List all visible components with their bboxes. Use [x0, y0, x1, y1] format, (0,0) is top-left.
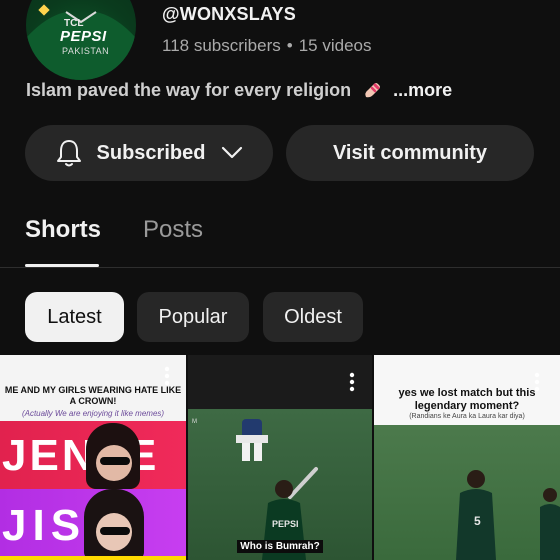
chip-latest[interactable]: Latest: [25, 292, 124, 342]
tab-divider: [0, 267, 560, 268]
short-2-overlay: Who is Bumrah?: [188, 540, 372, 553]
avatar-country-text: PAKISTAN: [62, 46, 110, 56]
short-2-overlay-text: Who is Bumrah?: [237, 540, 323, 553]
short-2-batsman-figure: [236, 419, 268, 461]
short-1-caption: ME AND MY GIRLS WEARING HATE LIKE A CROW…: [4, 385, 182, 406]
chip-popular[interactable]: Popular: [137, 292, 249, 342]
subscriber-count: 118 subscribers: [162, 36, 281, 55]
svg-text:5: 5: [474, 514, 481, 528]
bio-text: Islam paved the way for every religion: [26, 80, 352, 100]
short-1-person-2: [84, 489, 144, 560]
short-thumbnail-2[interactable]: M PEPSI Who is Bumrah?: [188, 355, 372, 560]
short-1-bottom-bar: [0, 556, 186, 560]
short-3-player-2-figure: [540, 488, 560, 560]
tab-posts[interactable]: Posts: [143, 216, 203, 244]
short-3-menu-icon[interactable]: [534, 371, 540, 393]
short-2-watermark: M: [192, 419, 197, 425]
channel-avatar[interactable]: TCL PEPSI PAKISTAN: [26, 0, 136, 80]
meta-separator: •: [286, 36, 293, 55]
subscribed-label: Subscribed: [96, 141, 206, 164]
short-3-subcaption: (Randians ke Aura ka Laura kar diya): [409, 413, 525, 420]
channel-handle: @WONXSLAYS: [162, 4, 296, 24]
short-3-caption: yes we lost match but this legendary mom…: [398, 387, 536, 412]
bio-more-link[interactable]: ...more: [393, 80, 452, 100]
short-2-menu-icon[interactable]: [349, 371, 355, 393]
chip-oldest[interactable]: Oldest: [263, 292, 363, 342]
short-3-player-figure: 5: [456, 470, 496, 560]
chevron-down-icon: [222, 146, 243, 159]
short-1-subcaption: (Actually We are enjoying it like memes): [21, 409, 165, 418]
bell-icon: [56, 140, 81, 167]
avatar-sponsor-text: PEPSI: [60, 28, 107, 45]
video-count: 15 videos: [298, 36, 372, 55]
visit-community-button[interactable]: Visit community: [286, 125, 534, 181]
nail-polish-emoji-icon: [365, 83, 381, 98]
channel-bio[interactable]: Islam paved the way for every religion .…: [26, 80, 452, 101]
short-1-person-1: [86, 423, 140, 489]
channel-meta: 118 subscribers • 15 videos: [162, 36, 371, 56]
tab-shorts[interactable]: Shorts: [25, 216, 101, 244]
subscribed-button[interactable]: Subscribed: [25, 125, 273, 181]
svg-text:PEPSI: PEPSI: [272, 519, 299, 529]
short-1-menu-icon[interactable]: [164, 365, 170, 387]
short-thumbnail-3[interactable]: yes we lost match but this legendary mom…: [374, 355, 560, 560]
short-thumbnail-1[interactable]: ME AND MY GIRLS WEARING HATE LIKE A CROW…: [0, 355, 186, 560]
visit-community-label: Visit community: [332, 141, 488, 164]
